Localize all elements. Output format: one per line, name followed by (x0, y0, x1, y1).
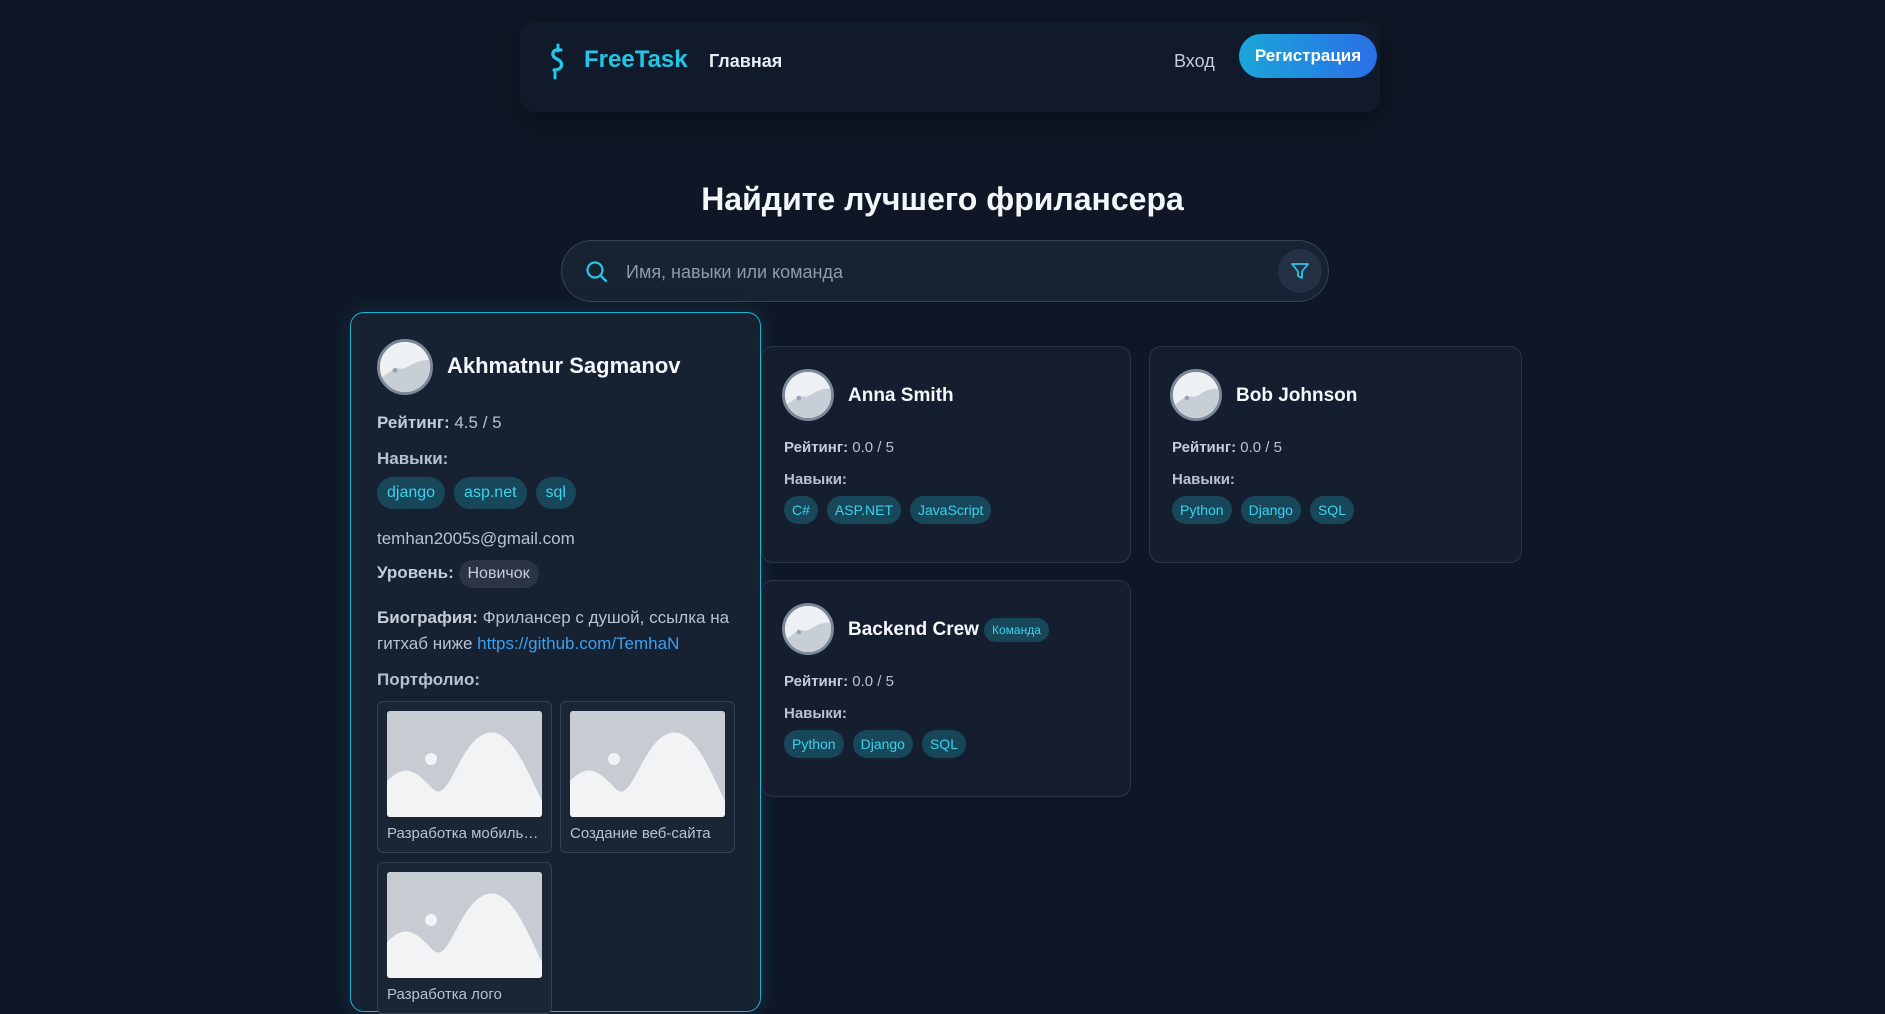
freelancer-card-featured[interactable]: Akhmatnur Sagmanov Рейтинг: 4.5 / 5 Навы… (350, 312, 761, 1014)
rating-label: Рейтинг: (377, 413, 450, 432)
portfolio-item[interactable]: Разработка лого (377, 862, 552, 1014)
rating-row: Рейтинг: 0.0 / 5 (784, 673, 894, 690)
freelancer-card[interactable]: Bob Johnson Рейтинг: 0.0 / 5 Навыки: Pyt… (1149, 346, 1522, 563)
search-bar (561, 240, 1329, 302)
nav-link-home[interactable]: Главная (709, 48, 782, 74)
skill-tag[interactable]: SQL (1309, 496, 1354, 524)
freelancer-name[interactable]: Anna Smith (848, 385, 954, 407)
rating-value: 4.5 / 5 (454, 413, 502, 432)
skill-tag[interactable]: django (377, 477, 446, 509)
skill-tag[interactable]: JavaScript (910, 496, 992, 524)
rating-row: Рейтинг: 0.0 / 5 (1172, 439, 1282, 456)
level-row: Уровень: Новичок (377, 560, 539, 588)
brand-name[interactable]: FreeTask (584, 44, 688, 76)
avatar-placeholder-icon (785, 372, 831, 418)
avatar-placeholder-icon (785, 606, 831, 652)
search-input[interactable] (624, 255, 1248, 289)
avatar (1170, 369, 1222, 421)
bio-label: Биография: (377, 608, 478, 627)
filter-button[interactable] (1278, 249, 1322, 293)
top-navbar: FreeTask Главная Вход Регистрация (520, 22, 1380, 112)
team-badge: Команда (984, 618, 1049, 642)
skills-list: Python Django SQL (1172, 496, 1354, 524)
rating-label: Рейтинг: (784, 439, 849, 456)
bio: Биография: Фрилансер с душой, ссылка на … (377, 605, 737, 657)
image-placeholder-icon (387, 711, 542, 817)
skills-list: C# ASP.NET JavaScript (784, 496, 992, 524)
level-badge: Новичок (458, 560, 539, 588)
skills-list: Python Django SQL (784, 730, 966, 758)
team-name[interactable]: Backend Crew (848, 619, 979, 641)
avatar-placeholder-icon (380, 342, 430, 392)
rating-row: Рейтинг: 4.5 / 5 (377, 413, 502, 433)
freelancer-card[interactable]: Anna Smith Рейтинг: 0.0 / 5 Навыки: C# A… (761, 346, 1131, 563)
portfolio-label: Портфолио: (377, 670, 480, 689)
skill-tag[interactable]: Django (1240, 496, 1301, 524)
level-label: Уровень: (377, 563, 454, 582)
team-card[interactable]: Backend Crew Команда Рейтинг: 0.0 / 5 На… (761, 580, 1131, 797)
skills-label: Навыки: (784, 705, 847, 722)
skills-label: Навыки: (377, 449, 449, 468)
portfolio-item[interactable]: Разработка мобильного приложения (377, 701, 552, 853)
avatar (782, 603, 834, 655)
page-title: Найдите лучшего фрилансера (701, 181, 1184, 217)
login-link[interactable]: Вход (1174, 48, 1215, 74)
rating-value: 0.0 / 5 (852, 673, 894, 690)
image-placeholder-icon (387, 872, 542, 978)
avatar (377, 339, 433, 395)
search-icon (584, 259, 610, 285)
skill-tag[interactable]: asp.net (454, 477, 527, 509)
rating-label: Рейтинг: (784, 673, 849, 690)
skill-tag[interactable]: C# (784, 496, 818, 524)
skill-tag[interactable]: Python (1172, 496, 1232, 524)
freelancer-name[interactable]: Bob Johnson (1236, 385, 1357, 407)
skill-tag[interactable]: Django (852, 730, 913, 758)
skill-tag[interactable]: sql (535, 477, 576, 509)
skills-label: Навыки: (784, 471, 847, 488)
skills-list: django asp.net sql (377, 477, 576, 509)
rating-row: Рейтинг: 0.0 / 5 (784, 439, 894, 456)
rating-value: 0.0 / 5 (852, 439, 894, 456)
rating-value: 0.0 / 5 (1240, 439, 1282, 456)
freelancer-name[interactable]: Akhmatnur Sagmanov (447, 353, 681, 379)
email: temhan2005s@gmail.com (377, 529, 575, 548)
skill-tag[interactable]: ASP.NET (826, 496, 902, 524)
skill-tag[interactable]: SQL (921, 730, 966, 758)
image-placeholder-icon (570, 711, 725, 817)
skill-tag[interactable]: Python (784, 730, 844, 758)
portfolio-caption: Создание веб-сайта (570, 825, 711, 842)
portfolio-caption: Разработка лого (387, 986, 502, 1003)
rating-label: Рейтинг: (1172, 439, 1237, 456)
portfolio-caption: Разработка мобильного приложения (387, 825, 544, 842)
register-button[interactable]: Регистрация (1239, 34, 1377, 78)
logo-icon[interactable] (542, 42, 572, 82)
github-link[interactable]: https://github.com/TemhaN (477, 634, 679, 653)
filter-icon (1291, 263, 1309, 279)
avatar (782, 369, 834, 421)
avatar-placeholder-icon (1173, 372, 1219, 418)
portfolio-item[interactable]: Создание веб-сайта (560, 701, 735, 853)
skills-label: Навыки: (1172, 471, 1235, 488)
